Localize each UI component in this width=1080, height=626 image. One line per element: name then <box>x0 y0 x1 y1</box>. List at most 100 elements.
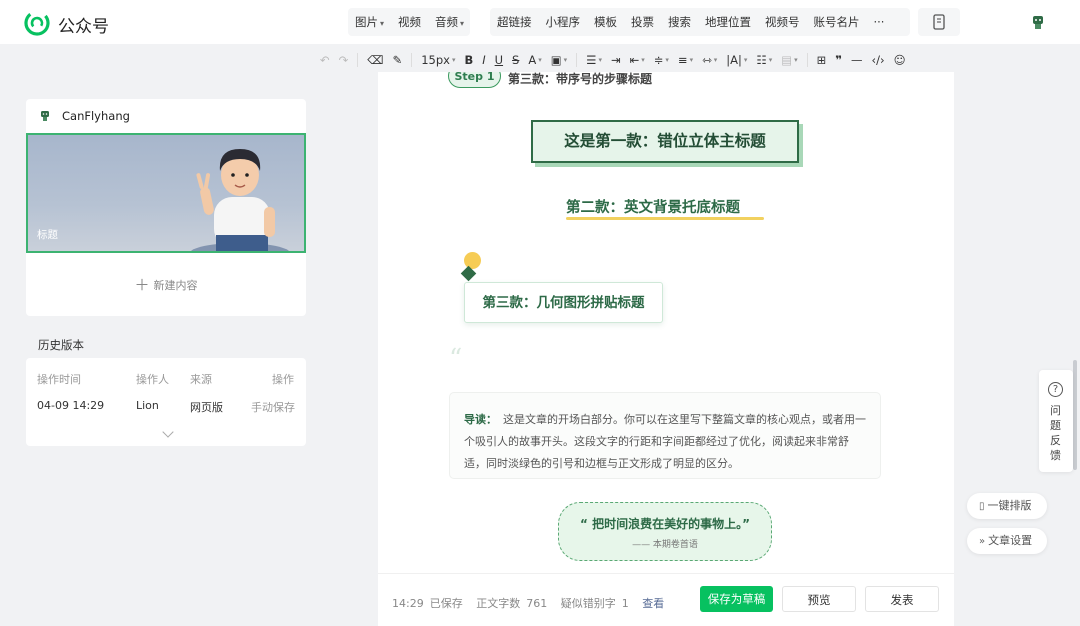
preview-button[interactable]: 预览 <box>782 586 856 612</box>
phone-preview-button[interactable] <box>918 8 960 36</box>
format-painter-icon[interactable]: ✎ <box>393 53 403 67</box>
top-bar: 公众号 图片 ▾ 视频 音频 ▾ 超链接 小程序 模板 投票 搜索 地理位置 视频号… <box>0 0 1080 44</box>
quote-bubble: “ 把时间浪费在美好的事物上。” —— 本期卷首语 <box>558 502 772 561</box>
history-header-time: 操作时间 <box>37 373 81 386</box>
expand-chevron-icon[interactable] <box>162 426 174 438</box>
save-time: 14:29 <box>392 597 424 610</box>
menu-vote[interactable]: 投票 <box>624 14 661 30</box>
paragraph-spacing-icon[interactable]: ≑ ▾ <box>654 53 669 67</box>
toolbar-divider <box>411 53 413 67</box>
heading-style-3: 第三款：几何图形拼贴标题 <box>464 282 663 323</box>
article-settings-button[interactable]: » 文章设置 <box>967 528 1047 554</box>
emoji-icon[interactable]: ☺ <box>894 53 906 67</box>
heading-style-2: 第二款：英文背景托底标题 <box>566 200 740 216</box>
list-icon[interactable]: ☷ ▾ <box>756 53 772 67</box>
outdent-icon[interactable]: ⇤ ▾ <box>630 53 645 67</box>
float-icon[interactable]: ▤ ▾ <box>781 53 797 67</box>
menu-account-card[interactable]: 账号名片 <box>807 14 867 30</box>
strikethrough-button[interactable]: S <box>512 53 519 67</box>
undo-icon[interactable]: ↶ <box>320 53 330 67</box>
history-header-operator: 操作人 <box>136 373 169 386</box>
menu-image[interactable]: 图片 ▾ <box>348 14 391 30</box>
insert-media-menu: 图片 ▾ 视频 音频 ▾ <box>348 8 470 36</box>
heading-underline <box>566 217 764 220</box>
text-width-icon[interactable]: |A| ▾ <box>726 53 747 67</box>
menu-video[interactable]: 视频 <box>391 14 428 30</box>
article-editor[interactable]: Step 1 第三款：带序号的步骤标题 这是第一款：错位立体主标题 第二款：英文… <box>378 72 954 626</box>
history-cell-operator: Lion <box>136 399 159 412</box>
history-table: 操作时间 操作人 来源 操作 04-09 14:29 Lion 网页版 手动保存 <box>26 358 306 446</box>
toolbar-divider <box>357 53 359 67</box>
menu-audio[interactable]: 音频 ▾ <box>428 14 471 30</box>
typo-count: 1 <box>621 597 629 610</box>
typo-label: 疑似错别字 <box>560 597 616 610</box>
article-card: CanFlyhang 标题 ＋新建内容 <box>26 99 306 316</box>
code-icon[interactable]: ‹/› <box>871 53 884 67</box>
horizontal-rule-icon[interactable]: — <box>851 53 863 67</box>
word-count: 761 <box>526 597 548 610</box>
history-cell-action: 手动保存 <box>251 401 295 414</box>
double-chevron-icon: » <box>979 536 986 547</box>
brand-title: 公众号 <box>58 17 109 37</box>
menu-hyperlink[interactable]: 超链接 <box>490 14 539 30</box>
insert-feature-menu: 超链接 小程序 模板 投票 搜索 地理位置 视频号 账号名片 ··· <box>490 8 910 36</box>
font-color-button[interactable]: A ▾ <box>528 53 541 67</box>
menu-mini-program[interactable]: 小程序 <box>539 14 588 30</box>
quote-bubble-source: —— 本期卷首语 <box>632 540 698 550</box>
heading-style-1: 这是第一款：错位立体主标题 <box>531 120 799 163</box>
intro-block: 导读： 这是文章的开场白部分。你可以在这里写下整篇文章的核心观点，或者用一个吸引人… <box>449 392 881 479</box>
history-header-source: 来源 <box>190 373 212 386</box>
blockquote-icon[interactable]: ❞ <box>835 53 842 67</box>
help-circle-icon: ? <box>1048 382 1063 397</box>
history-cell-source: 网页版 <box>190 401 223 414</box>
toolbar-divider <box>576 53 578 67</box>
line-height-icon[interactable]: ≡ ▾ <box>678 53 693 67</box>
editor-status-bar: 14:29 已保存 正文字数 761 疑似错别字 1 查看 保存为草稿 预览 发表 <box>378 573 954 626</box>
more-menu-button[interactable]: ··· <box>867 15 892 29</box>
redo-icon[interactable]: ↷ <box>339 53 349 67</box>
view-typos-link[interactable]: 查看 <box>642 597 664 610</box>
step-badge: Step 1 <box>448 72 501 88</box>
menu-template[interactable]: 模板 <box>587 14 624 30</box>
new-content-button[interactable]: ＋新建内容 <box>26 274 306 295</box>
toolbar-divider <box>806 53 808 67</box>
plus-icon: ＋ <box>134 276 150 294</box>
account-avatar-icon <box>41 111 49 121</box>
font-size-select[interactable]: 15px ▾ <box>421 53 455 67</box>
save-draft-button[interactable]: 保存为草稿 <box>700 586 773 612</box>
menu-channels[interactable]: 视频号 <box>758 14 807 30</box>
feedback-label: 问题反馈 <box>1050 404 1061 462</box>
format-toolbar: ↶ ↷ ⌫ ✎ 15px ▾ B I U S A ▾ ▣ ▾ ☰ ▾ ⇥ ⇤ ▾ ≑ ▾ ≡… <box>320 48 915 72</box>
eraser-icon[interactable]: ⌫ <box>367 53 383 67</box>
bold-button[interactable]: B <box>464 53 473 67</box>
background-color-icon[interactable]: ▣ ▾ <box>551 53 567 67</box>
intro-lead-label: 导读： <box>464 413 497 426</box>
save-status: 14:29 已保存 正文字数 761 疑似错别字 1 查看 <box>392 595 670 611</box>
one-click-layout-button[interactable]: ▯ 一键排版 <box>967 493 1047 519</box>
user-avatar-icon[interactable] <box>1030 14 1046 30</box>
cover-character-image <box>191 149 289 251</box>
phone-icon <box>933 14 945 30</box>
menu-search[interactable]: 搜索 <box>661 14 698 30</box>
letter-spacing-icon[interactable]: ⇿ ▾ <box>702 53 717 67</box>
quote-bubble-text: “ 把时间浪费在美好的事物上。” <box>580 517 750 531</box>
underline-button[interactable]: U <box>495 53 503 67</box>
italic-button[interactable]: I <box>482 53 485 67</box>
scrollbar[interactable] <box>1073 360 1077 470</box>
caret-icon: ▾ <box>460 19 465 28</box>
wechat-logo-icon[interactable] <box>24 10 50 36</box>
word-count-label: 正文字数 <box>476 597 521 610</box>
publish-button[interactable]: 发表 <box>865 586 939 612</box>
align-icon[interactable]: ☰ ▾ <box>586 53 602 67</box>
article-cover[interactable]: 标题 <box>26 133 306 253</box>
menu-location[interactable]: 地理位置 <box>698 14 758 30</box>
document-icon: ▯ <box>979 501 985 512</box>
indent-icon[interactable]: ⇥ <box>611 53 621 67</box>
table-icon[interactable]: ⊞ <box>817 53 827 67</box>
feedback-button[interactable]: ? 问题反馈 <box>1039 370 1073 472</box>
account-name: CanFlyhang <box>62 109 130 123</box>
caret-icon: ▾ <box>380 19 385 28</box>
cover-title-label: 标题 <box>37 229 58 241</box>
saved-label: 已保存 <box>429 597 463 610</box>
history-header-action: 操作 <box>272 373 294 386</box>
